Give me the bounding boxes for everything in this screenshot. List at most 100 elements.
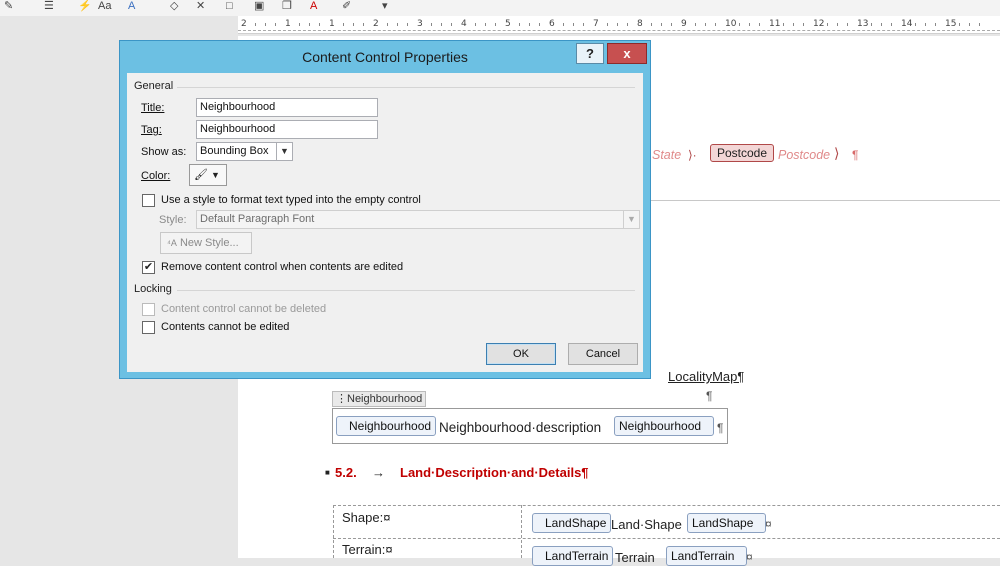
chevron-down-icon[interactable]: ▼ [623, 211, 639, 228]
close-button[interactable]: x [607, 43, 647, 64]
cc-content-text[interactable]: Neighbourhood·description [439, 420, 601, 435]
table-cell-terrain-label[interactable]: Terrain:¤ [342, 542, 393, 557]
table-row-divider [333, 538, 1000, 539]
ruler-tick [563, 23, 564, 26]
format-painter-icon[interactable]: ✎ [4, 0, 13, 12]
title-input[interactable]: Neighbourhood [196, 98, 378, 117]
landterrain-start-tag[interactable]: LandTerrain [532, 546, 614, 566]
cc-start-tag[interactable]: Neighbourhood [336, 416, 437, 436]
landterrain-end-tag[interactable]: LandTerrain [666, 546, 748, 566]
style-select[interactable]: Default Paragraph Font ▼ [196, 210, 640, 229]
cannot-edit-checkbox[interactable] [142, 321, 155, 334]
delete-icon[interactable]: ✕ [196, 0, 205, 12]
new-style-button[interactable]: ⁴A New Style... [160, 232, 252, 254]
cannot-edit-label[interactable]: Contents cannot be edited [161, 321, 289, 333]
locality-map-text[interactable]: LocalityMap¶ [668, 369, 744, 384]
ruler-tick [573, 23, 574, 26]
locking-divider [177, 290, 635, 291]
landshape-end-tag[interactable]: LandShape [687, 513, 767, 533]
cannot-delete-checkbox[interactable] [142, 303, 155, 316]
color-picker-button[interactable]: 🖌 ▼ [189, 164, 227, 186]
landshape-start-tag[interactable]: LandShape [532, 513, 612, 533]
cc-end-tag[interactable]: Neighbourhood [614, 416, 715, 436]
remove-cc-checkbox[interactable]: ✔ [142, 261, 155, 274]
ruler-tick [451, 23, 452, 26]
drag-handle-icon[interactable]: ⋮ [336, 393, 347, 405]
copy-icon[interactable]: ❐ [282, 0, 292, 12]
cc-end-bracket-icon: ⟩ [834, 145, 840, 161]
more-icon[interactable]: ▾ [382, 0, 388, 12]
ruler-tick [935, 23, 936, 26]
ruler-tick [343, 23, 344, 26]
lightning-icon[interactable]: ⚡ [78, 0, 92, 12]
table-column-divider [521, 505, 522, 558]
ruler-tick [407, 23, 408, 26]
ruler-tick [715, 23, 716, 26]
content-control-properties-dialog: Content Control Properties ? x General T… [119, 40, 651, 379]
ruler-tick [387, 23, 388, 26]
table-cell-shape-label[interactable]: Shape:¤ [342, 510, 390, 525]
dialog-title[interactable]: Content Control Properties [120, 41, 650, 71]
page-icon[interactable]: □ [226, 0, 233, 12]
ruler-tick [583, 23, 584, 26]
ruler-number: 8 [637, 19, 643, 29]
ruler-tick [749, 23, 750, 26]
show-as-select[interactable]: Bounding Box ▼ [196, 142, 293, 161]
content-control-title-tab[interactable]: ⋮Neighbourhood [332, 391, 426, 407]
ok-button[interactable]: OK [486, 343, 556, 365]
cannot-delete-label[interactable]: Content control cannot be deleted [161, 303, 326, 315]
use-style-checkbox[interactable] [142, 194, 155, 207]
chevron-down-icon: ▼ [211, 170, 220, 180]
tab-arrow-icon: → [372, 465, 385, 480]
state-placeholder[interactable]: State [652, 148, 681, 162]
shapes-icon[interactable]: ◇ [170, 0, 178, 12]
ruler-number: 15 [945, 19, 957, 29]
ruler-tick [959, 23, 960, 26]
horizontal-ruler[interactable]: 2 1 1 2 3 4 5 6 7 8 9 10 11 12 13 14 15 [238, 16, 1000, 34]
cell-end-mark: ¤ [765, 517, 772, 531]
ruler-tick [803, 23, 804, 26]
text-effects-icon[interactable]: A [128, 0, 135, 12]
section-title[interactable]: Land·Description·and·Details¶ [400, 465, 589, 480]
new-style-label: New Style... [179, 237, 239, 249]
ruler-tick [705, 23, 706, 26]
ruler-number: 5 [505, 19, 511, 29]
ruler-tick [397, 23, 398, 26]
cancel-button[interactable]: Cancel [568, 343, 638, 365]
pilcrow: ¶ [717, 421, 724, 435]
table-border-top [333, 505, 1000, 506]
postcode-tag[interactable]: Postcode [710, 144, 775, 162]
landshape-content[interactable]: Land·Shape [611, 517, 682, 532]
ruler-tick [979, 23, 980, 26]
chevron-down-icon[interactable]: ▼ [276, 143, 292, 160]
ruler-tick [739, 23, 740, 26]
list-icon[interactable]: ☰ [44, 0, 54, 12]
ruler-tick [891, 23, 892, 26]
tag-input[interactable]: Neighbourhood [196, 120, 378, 139]
bullet-icon: ■ [325, 468, 330, 477]
ruler-tick [651, 23, 652, 26]
font-color-icon[interactable]: A [310, 0, 317, 12]
ruler-tick [793, 23, 794, 26]
remove-cc-label[interactable]: Remove content control when contents are… [161, 261, 403, 273]
help-button[interactable]: ? [576, 43, 604, 64]
postcode-placeholder[interactable]: Postcode [778, 148, 830, 162]
ruler-number: 1 [329, 19, 335, 29]
new-style-icon: ⁴A [167, 238, 177, 248]
pilcrow: ¶ [852, 148, 859, 162]
color-label: Color: [141, 170, 171, 182]
ruler-tick [695, 23, 696, 26]
highlight-icon[interactable]: ✐ [342, 0, 351, 12]
ruler-number: 13 [857, 19, 869, 29]
ruler-number: 1 [285, 19, 291, 29]
ruler-tick [529, 23, 530, 26]
cell-end-mark: ¤ [746, 550, 753, 564]
ruler-tick [783, 23, 784, 26]
use-style-label[interactable]: Use a style to format text typed into th… [161, 194, 421, 206]
ruler-tick [539, 23, 540, 26]
ruler-number: 12 [813, 19, 825, 29]
general-divider [177, 87, 635, 88]
print-icon[interactable]: ▣ [254, 0, 264, 12]
change-case-icon[interactable]: Aa [98, 0, 111, 12]
ruler-tick [275, 23, 276, 26]
